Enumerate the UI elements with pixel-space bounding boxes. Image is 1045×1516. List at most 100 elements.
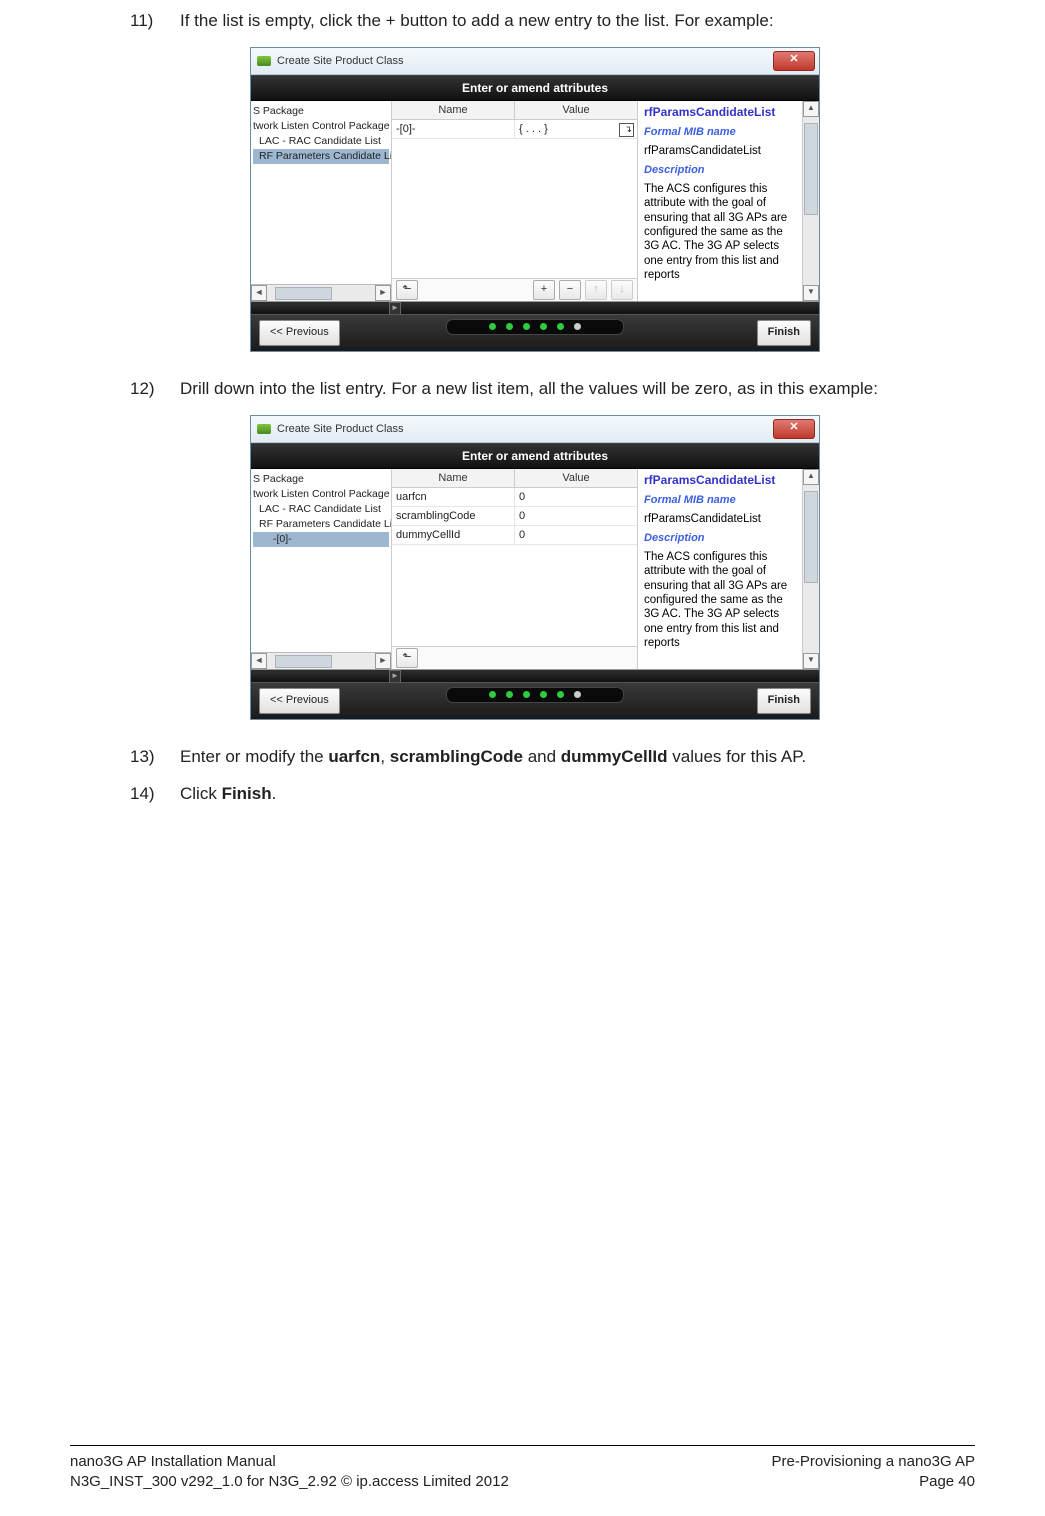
text-bold: uarfcn [328,747,380,766]
finish-button[interactable]: Finish [757,688,811,714]
tree-item[interactable]: S Package [253,104,389,119]
previous-button[interactable]: << Previous [259,320,340,346]
close-button[interactable]: ✕ [773,419,815,439]
list-toolbar: ⬑ + − ↑ ↓ [392,278,637,301]
info-v-scrollbar[interactable]: ▲ ▼ [802,101,819,301]
tree-h-scrollbar[interactable]: ◄ ► [251,284,391,301]
progress-dot [489,691,496,698]
tree-item[interactable]: LAC - RAC Candidate List [253,134,389,149]
scroll-left-icon[interactable]: ◄ [251,653,267,669]
page-footer: nano3G AP Installation Manual N3G_INST_3… [70,1445,975,1493]
scroll-right-icon[interactable]: ► [375,653,391,669]
info-title: rfParamsCandidateList [644,473,798,488]
info-pane: rfParamsCandidateList Formal MIB name rf… [638,101,819,301]
close-button[interactable]: ✕ [773,51,815,71]
wizard-banner: Enter or amend attributes [251,443,819,469]
col-value[interactable]: Value [515,101,637,119]
info-v-scrollbar[interactable]: ▲ ▼ [802,469,819,669]
progress-dot [523,323,530,330]
info-title: rfParamsCandidateList [644,105,798,120]
info-mib-value: rfParamsCandidateList [644,512,798,526]
text-bold: scramblingCode [390,747,523,766]
tree-item[interactable]: S Package [253,472,389,487]
col-value[interactable]: Value [515,469,637,487]
progress-dot [506,323,513,330]
info-desc-text: The ACS configures this attribute with t… [644,182,798,283]
wizard-bottom-bar: << Previous Finish [251,314,819,351]
dialog-window: Create Site Product Class ✕ Enter or ame… [250,415,820,720]
add-button[interactable]: + [533,280,555,300]
parent-button[interactable]: ⬑ [396,648,418,668]
tree-h-scrollbar[interactable]: ◄ ► [251,652,391,669]
tree-item[interactable]: twork Listen Control Package [253,487,389,502]
step-12: 12) Drill down into the list entry. For … [130,378,975,401]
parent-button[interactable]: ⬑ [396,280,418,300]
step-number: 13) [130,746,180,769]
scroll-right-icon[interactable]: ► [375,285,391,301]
text-fragment: , [380,747,389,766]
table-row[interactable]: uarfcn 0 [392,488,637,507]
move-down-button[interactable]: ↓ [611,280,633,300]
table-row[interactable]: dummyCellId 0 [392,526,637,545]
scroll-up-icon[interactable]: ▲ [803,101,819,117]
text-fragment: Enter or modify the [180,747,328,766]
tree-item-selected[interactable]: RF Parameters Candidate List [253,149,389,164]
scroll-left-icon[interactable]: ◄ [251,285,267,301]
scroll-track[interactable] [803,117,819,285]
splitter[interactable]: ► [251,304,392,314]
wizard-bottom-bar: << Previous Finish [251,682,819,719]
move-up-button[interactable]: ↑ [585,280,607,300]
col-name[interactable]: Name [392,101,515,119]
cell-value[interactable]: 0 [515,488,637,506]
tree-item-selected[interactable]: -[0]- [253,532,389,547]
step-text: Click Finish. [180,783,975,806]
scroll-down-icon[interactable]: ▼ [803,653,819,669]
previous-button[interactable]: << Previous [259,688,340,714]
step-text: If the list is empty, click the + button… [180,10,975,33]
remove-button[interactable]: − [559,280,581,300]
text-fragment: and [523,747,561,766]
text-bold: Finish [222,784,272,803]
progress-dot [523,691,530,698]
table-row[interactable]: scramblingCode 0 [392,507,637,526]
progress-indicator [446,687,624,703]
cell-value[interactable]: 0 [515,507,637,525]
progress-dot [489,323,496,330]
scroll-track[interactable] [267,286,375,300]
scroll-down-icon[interactable]: ▼ [803,285,819,301]
tree-item[interactable]: RF Parameters Candidate List [253,517,389,532]
cell-value[interactable]: 0 [515,526,637,544]
info-desc-label: Description [644,164,798,178]
step-13: 13) Enter or modify the uarfcn, scrambli… [130,746,975,769]
col-name[interactable]: Name [392,469,515,487]
scroll-track[interactable] [803,485,819,653]
finish-button[interactable]: Finish [757,320,811,346]
table-row[interactable]: -[0]- { . . . } ↴ [392,120,637,139]
splitter[interactable]: ► [251,672,392,682]
tree-item[interactable]: twork Listen Control Package [253,119,389,134]
dialog-window: Create Site Product Class ✕ Enter or ame… [250,47,820,352]
cell-name: uarfcn [392,488,515,506]
step-14: 14) Click Finish. [130,783,975,806]
footer-page-number: Page 40 [772,1472,975,1492]
drill-down-icon[interactable]: ↴ [619,123,634,137]
text-fragment: Click [180,784,222,803]
progress-dot-current [574,323,581,330]
text-fragment: . [272,784,277,803]
scroll-thumb[interactable] [804,123,818,215]
step-number: 11) [130,10,180,33]
table-header: Name Value [392,469,637,488]
scroll-thumb[interactable] [275,287,332,300]
titlebar: Create Site Product Class ✕ [251,416,819,443]
titlebar: Create Site Product Class ✕ [251,48,819,75]
tree-pane[interactable]: S Package twork Listen Control Package L… [251,469,392,669]
tree-item[interactable]: LAC - RAC Candidate List [253,502,389,517]
info-mib-label: Formal MIB name [644,494,798,508]
scroll-track[interactable] [267,654,375,668]
scroll-thumb[interactable] [804,491,818,583]
step-text: Enter or modify the uarfcn, scramblingCo… [180,746,975,769]
scroll-thumb[interactable] [275,655,332,668]
cell-name: scramblingCode [392,507,515,525]
scroll-up-icon[interactable]: ▲ [803,469,819,485]
tree-pane[interactable]: S Package twork Listen Control Package L… [251,101,392,301]
